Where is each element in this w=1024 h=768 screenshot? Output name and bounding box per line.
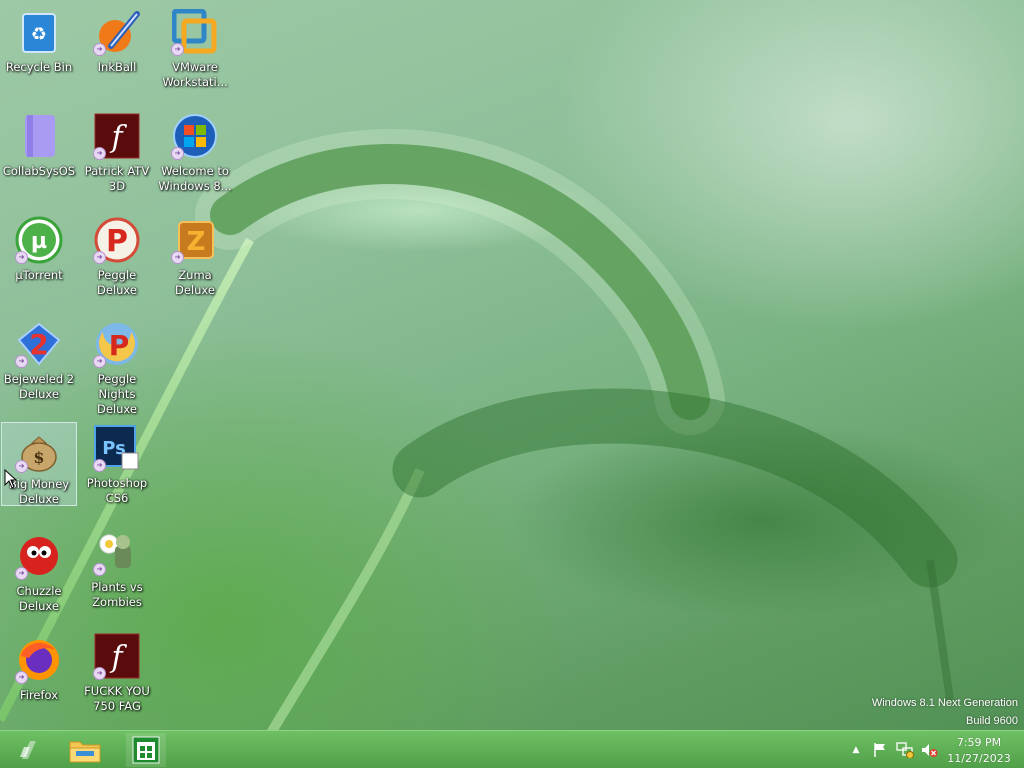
desktop-icon-peggle[interactable]: P ➜ Peggle Deluxe — [79, 210, 155, 310]
peggle-nights-icon: P ➜ — [93, 320, 141, 368]
shortcut-arrow-icon: ➜ — [15, 671, 28, 684]
svg-text:Z: Z — [187, 227, 206, 257]
desktop-icon-firefox[interactable]: ➜ Firefox — [1, 630, 77, 730]
svg-text:2: 2 — [29, 328, 48, 361]
shortcut-arrow-icon: ➜ — [93, 563, 106, 576]
svg-text:♻: ♻ — [31, 24, 47, 45]
action-center-button[interactable] — [870, 733, 890, 767]
icon-label: µTorrent — [15, 268, 63, 282]
desktop-icon-zuma[interactable]: Z ➜ Zuma Deluxe — [157, 210, 233, 310]
peggle-icon: P ➜ — [93, 216, 141, 264]
bejeweled-icon: 2 ➜ — [15, 320, 63, 368]
shortcut-arrow-icon: ➜ — [93, 251, 106, 264]
desktop-icon-patrick-atv[interactable]: f ➜ Patrick ATV 3D — [79, 106, 155, 206]
flag-icon — [874, 743, 885, 757]
desktop-icon-peggle-nights[interactable]: P ➜ Peggle Nights Deluxe — [79, 314, 155, 416]
icon-label: FUCKK YOU 750 FAG — [84, 684, 150, 713]
taskbar: ▲ 7:59 PM 11/27/2023 — [0, 730, 1024, 768]
chuzzle-icon: ➜ — [15, 532, 63, 580]
folder-icon — [69, 741, 101, 763]
start-icon — [20, 741, 36, 759]
plants-vs-zombies-icon: ➜ — [93, 528, 141, 576]
svg-text:P: P — [106, 224, 128, 259]
os-watermark: Windows 8.1 Next Generation Build 9600 — [872, 694, 1018, 730]
icon-label: Zuma Deluxe — [175, 268, 215, 297]
shortcut-arrow-icon: ➜ — [171, 251, 184, 264]
taskbar-file-explorer[interactable] — [64, 733, 106, 767]
watermark-line1: Windows 8.1 Next Generation — [871, 697, 1018, 709]
clock-time: 7:59 PM — [956, 735, 1002, 749]
clock-date: 11/27/2023 — [947, 751, 1011, 765]
svg-text:$: $ — [33, 448, 44, 467]
icon-label: Welcome to Windows 8... — [158, 164, 232, 193]
inkball-icon: ➜ — [93, 8, 141, 56]
shortcut-arrow-icon: ➜ — [15, 251, 28, 264]
clock[interactable]: 7:59 PM 11/27/2023 — [944, 733, 1014, 767]
desktop-icon-photoshop[interactable]: Ps ➜ Photoshop CS6 — [79, 418, 155, 518]
svg-text:P: P — [109, 329, 130, 362]
icon-label: Plants vs Zombies — [91, 580, 143, 609]
shortcut-arrow-icon: ➜ — [171, 43, 184, 56]
icon-label: Patrick ATV 3D — [84, 164, 150, 193]
desktop-icon-inkball[interactable]: ➜ InkBall — [79, 2, 155, 102]
icon-label: VMware Workstati... — [162, 60, 228, 89]
windows-orb-icon: ➜ — [171, 112, 219, 160]
desktop-icon-chuzzle[interactable]: ➜ Chuzzle Deluxe — [1, 526, 77, 626]
shortcut-arrow-icon: ➜ — [15, 355, 28, 368]
photoshop-icon: Ps ➜ — [93, 424, 141, 472]
file-icon — [15, 112, 63, 160]
desktop-icon-welcome-windows[interactable]: ➜ Welcome to Windows 8... — [157, 106, 233, 206]
shortcut-arrow-icon: ➜ — [171, 147, 184, 160]
desktop-icon-vmware[interactable]: ➜ VMware Workstati... — [157, 2, 233, 102]
start-button[interactable] — [8, 733, 48, 767]
icon-label: Peggle Deluxe — [97, 268, 137, 297]
icon-label: Bejeweled 2 Deluxe — [3, 372, 75, 401]
desktop-icon-flash-file[interactable]: f ➜ FUCKK YOU 750 FAG — [79, 626, 155, 726]
icon-label: CollabSysOS — [2, 164, 76, 178]
volume-button[interactable] — [918, 733, 940, 767]
desktop-icon-recycle-bin[interactable]: ♻ Recycle Bin — [1, 2, 77, 102]
flash-icon: f ➜ — [93, 632, 141, 680]
recycle-bin-icon: ♻ — [15, 8, 63, 56]
desktop-icon-plants-vs-zombies[interactable]: ➜ Plants vs Zombies — [79, 522, 155, 622]
speaker-muted-icon — [922, 744, 938, 757]
network-icon — [896, 742, 914, 758]
shortcut-arrow-icon: ➜ — [93, 355, 106, 368]
show-hidden-icons-button[interactable]: ▲ — [848, 733, 864, 767]
icon-label: Chuzzle Deluxe — [16, 584, 62, 613]
icon-label: Firefox — [19, 688, 59, 702]
desktop-icon-utorrent[interactable]: µ ➜ µTorrent — [1, 210, 77, 310]
store-icon — [132, 736, 160, 764]
icon-label: Photoshop CS6 — [86, 476, 148, 505]
taskbar-store[interactable] — [126, 733, 166, 767]
firefox-icon: ➜ — [15, 636, 63, 684]
flash-icon: f ➜ — [93, 112, 141, 160]
watermark-line2: Build 9600 — [966, 715, 1018, 727]
icon-label: Peggle Nights Deluxe — [97, 372, 137, 416]
desktop-icon-bejeweled[interactable]: 2 ➜ Bejeweled 2 Deluxe — [1, 314, 77, 414]
shortcut-arrow-icon: ➜ — [93, 459, 106, 472]
mouse-cursor-icon — [4, 469, 18, 489]
chevron-up-icon: ▲ — [852, 745, 860, 755]
money-bag-icon: $ ➜ — [15, 429, 63, 473]
zuma-icon: Z ➜ — [171, 216, 219, 264]
svg-text:µ: µ — [31, 229, 47, 254]
utorrent-icon: µ ➜ — [15, 216, 63, 264]
vmware-icon: ➜ — [171, 8, 219, 56]
shortcut-arrow-icon: ➜ — [93, 43, 106, 56]
shortcut-arrow-icon: ➜ — [93, 667, 106, 680]
desktop-icon-big-money[interactable]: $ ➜ Big Money Deluxe — [1, 422, 77, 506]
desktop[interactable]: ♻ Recycle Bin CollabSysOS µ ➜ µTorrent 2… — [0, 0, 1024, 768]
icon-label: Recycle Bin — [5, 60, 73, 74]
shortcut-arrow-icon: ➜ — [93, 147, 106, 160]
shortcut-arrow-icon: ➜ — [15, 567, 28, 580]
icon-label: InkBall — [97, 60, 137, 74]
network-button[interactable] — [894, 733, 916, 767]
desktop-icon-collabsysos[interactable]: CollabSysOS — [1, 106, 77, 206]
